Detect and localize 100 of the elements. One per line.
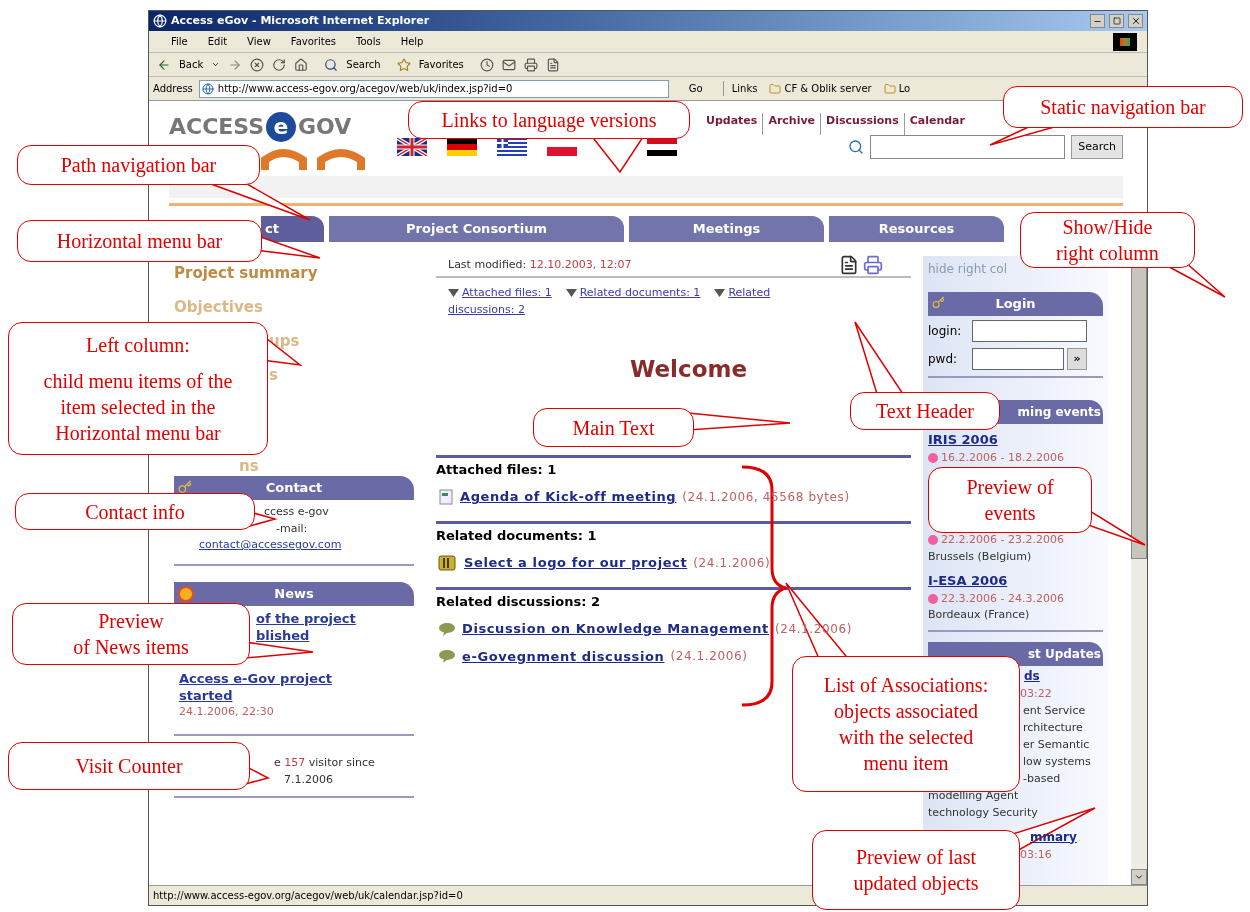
menu-tab[interactable]: Resources — [829, 216, 1004, 242]
link-button[interactable]: CF & Oblik server — [769, 81, 872, 96]
item-link[interactable]: Select a logo for our project — [464, 553, 688, 573]
text-file-icon[interactable] — [839, 255, 859, 275]
event-dates: 16.2.2006 - 18.2.2006 — [928, 449, 1064, 466]
jump-link[interactable]: discussions: 2 — [448, 301, 525, 318]
menu-tab[interactable]: Meetings — [629, 216, 824, 242]
caret-icon[interactable] — [211, 60, 221, 69]
print-icon[interactable] — [523, 57, 538, 72]
jump-link[interactable]: Related — [728, 284, 771, 301]
triangle-icon — [714, 288, 726, 297]
nav-link[interactable]: Updates — [706, 113, 763, 135]
menu-item[interactable]: Help — [400, 34, 424, 49]
key-icon — [178, 480, 192, 494]
menu-item[interactable]: Edit — [207, 34, 228, 49]
status-text: http://www.access-egov.org/acegov/web/uk/calendar.jsp?id=0 — [153, 889, 463, 903]
logo-text[interactable]: GOV — [298, 110, 352, 143]
update-text: -based — [1023, 770, 1061, 787]
print-icon[interactable] — [863, 255, 883, 275]
menu-item[interactable]: View — [247, 34, 271, 49]
item-info: (24.1.2006) — [670, 648, 748, 666]
menu-item[interactable]: Tools — [356, 34, 381, 49]
refresh-icon[interactable] — [272, 57, 287, 72]
item-link[interactable]: Discussion on Knowledge Management — [462, 619, 769, 639]
edit-icon[interactable] — [545, 57, 560, 72]
triangle-icon — [565, 288, 577, 297]
flag-icon[interactable] — [647, 138, 677, 156]
logo-badge[interactable]: e — [266, 111, 297, 142]
update-time: 03:22 — [1020, 685, 1052, 702]
windows-logo-icon — [1113, 32, 1137, 51]
update-text: low systems — [1023, 753, 1091, 770]
scroll-down-icon[interactable] — [1134, 872, 1144, 882]
history-icon[interactable] — [479, 57, 494, 72]
menu-tab[interactable]: ct — [261, 216, 324, 242]
email-link[interactable]: contact@accessegov.com — [199, 537, 342, 554]
event-place: Bordeaux (France) — [928, 607, 1030, 623]
triangle-icon — [448, 288, 459, 297]
address-field[interactable]: http://www.access-egov.org/acegov/web/uk/index.jsp?id=0 — [198, 79, 669, 98]
last-modified: Last modified: 12.10.2003, 12:07 — [448, 256, 632, 273]
update-link[interactable]: ds — [1024, 667, 1040, 685]
news-link[interactable]: Access e-Gov project started — [179, 669, 332, 704]
submit-button[interactable]: » — [1067, 348, 1087, 370]
event-dates: 22.2.2006 - 23.2.2006 — [928, 532, 1064, 549]
contact-text: ccess e-gov — [264, 504, 329, 520]
menu-tab[interactable]: Project Consortium — [329, 216, 624, 242]
news-link[interactable]: of the project blished — [256, 609, 356, 644]
section-heading: Attached files: 1 — [436, 460, 557, 479]
flag-icon[interactable] — [397, 138, 427, 156]
search-icon — [848, 139, 865, 155]
flag-icon[interactable] — [447, 138, 477, 156]
update-text: ent Service — [1023, 702, 1086, 719]
jump-link[interactable]: Attached files: 1 — [462, 284, 552, 301]
update-text: er Semantic — [1023, 736, 1090, 753]
item-info: (24.1.2006) — [693, 554, 771, 572]
browser-icon — [153, 14, 167, 28]
home-icon[interactable] — [294, 57, 309, 72]
menu-item[interactable]: File — [171, 34, 188, 49]
contact-text: -mail: — [276, 520, 308, 537]
search-button[interactable]: Search — [346, 57, 381, 72]
nav-link[interactable]: Archive — [762, 113, 821, 135]
favorites-button[interactable]: Favorites — [418, 57, 464, 72]
callout: Text Header — [850, 392, 1000, 430]
item-link[interactable]: Agenda of Kick-off meeting — [460, 487, 677, 507]
search-button[interactable]: Search — [1071, 135, 1123, 159]
event-place: Brussels (Belgium) — [928, 548, 1032, 565]
callout: Left column: child menu items of the item selected in the Horizontal menu bar — [8, 322, 268, 455]
star-icon[interactable] — [396, 57, 411, 72]
section-title: st Updates — [1027, 645, 1101, 663]
mail-icon[interactable] — [501, 57, 516, 72]
event-link[interactable]: I-ESA 2006 — [928, 571, 1008, 591]
menu-item[interactable]: Favorites — [290, 34, 336, 49]
login-field[interactable] — [972, 320, 1087, 342]
section-title: Login — [995, 295, 1036, 314]
address-label: Address — [153, 82, 193, 96]
stop-icon[interactable] — [250, 57, 265, 72]
window-title: Access eGov - Microsoft Internet Explorer — [171, 12, 431, 29]
event-link[interactable]: IRIS 2006 — [928, 430, 998, 450]
callout: Preview of events — [928, 467, 1092, 533]
password-field[interactable] — [972, 348, 1064, 370]
go-button[interactable]: Go — [688, 81, 703, 96]
update-time: 03:16 — [1020, 846, 1052, 863]
callout: Preview of News items — [12, 603, 250, 665]
login-label: login: — [928, 323, 963, 340]
scrollbar[interactable] — [1131, 267, 1147, 885]
jump-link[interactable]: Related documents: 1 — [579, 284, 701, 301]
callout: Contact info — [15, 493, 255, 530]
search-icon[interactable] — [324, 57, 339, 72]
update-text: rchitecture — [1023, 719, 1083, 736]
file-icon — [438, 488, 454, 505]
callout: Visit Counter — [8, 742, 250, 790]
section-title: Contact — [265, 479, 323, 498]
item-link[interactable]: e-Govegnment discussion — [462, 646, 665, 666]
section-heading: Related documents: 1 — [436, 526, 597, 545]
back-icon[interactable] — [157, 57, 171, 72]
back-button[interactable]: Back — [179, 57, 204, 72]
globe-icon — [201, 82, 214, 95]
forward-icon[interactable] — [228, 57, 243, 72]
key-icon — [932, 296, 945, 309]
logo-text[interactable]: ACCESS — [169, 110, 265, 143]
link-button[interactable]: Lo — [883, 81, 911, 96]
